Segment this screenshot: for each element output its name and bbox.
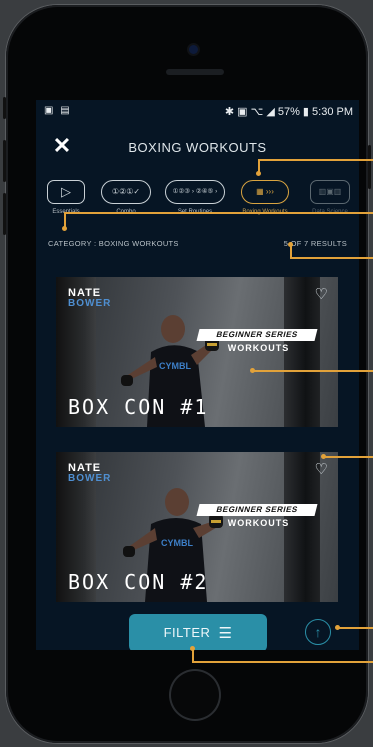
results-count: 5 OF 7 RESULTS [283,239,347,248]
mute-switch [3,97,6,119]
callout-line [192,661,373,663]
category-set-routines[interactable]: ①②③ › ②④⑤ › Set Routines [164,180,226,226]
series-subtitle: WORKOUTS [227,343,290,353]
notification-icons: ▣ ▤ [44,105,72,116]
callout-line [324,456,373,458]
callout-dot [190,646,195,651]
trainer-last-name: BOWER [68,473,112,484]
callout-dot [288,242,293,247]
phone-frame: ▣ ▤ ✱ ▣ ⌥ ◢ 57% ▮ 5:30 PM ✕ BOXING WORKO… [3,5,371,743]
set-routines-icon: ①②③ › ②④⑤ › [165,180,225,204]
callout-dot [62,226,67,231]
series-subtitle: WORKOUTS [227,518,290,528]
callout-dot [321,454,326,459]
category-boxing-workouts[interactable]: ▦ ››› Boxing Workouts [234,180,296,226]
callout-line [290,257,373,259]
filter-button[interactable]: FILTER ☰ [129,614,267,650]
category-filter-text: CATEGORY : BOXING WORKOUTS [48,239,179,248]
callout-dot [250,368,255,373]
volume-down-button [3,193,6,235]
series-badge: BEGINNER SERIES [196,504,318,516]
results-meta: CATEGORY : BOXING WORKOUTS 5 OF 7 RESULT… [36,237,359,251]
page-title: BOXING WORKOUTS [128,140,267,155]
category-essentials[interactable]: ▷ Essentials [44,180,88,226]
svg-text:CYMBL: CYMBL [159,361,191,371]
callout-line [258,159,373,161]
heart-icon[interactable]: ♡ [315,460,328,478]
card-title: BOX CON #1 [68,395,209,419]
arrow-up-icon[interactable]: ↑ [305,619,331,645]
category-combo[interactable]: ①②①✓ Combo [99,180,153,226]
data-science-icon: ▥▣▥ [310,180,350,204]
category-data-science[interactable]: ▥▣▥ Data Science [304,180,356,226]
sliders-icon: ☰ [218,625,233,642]
filter-label: FILTER [163,625,211,640]
card-title: BOX CON #2 [68,570,209,594]
workout-card[interactable]: CYMBL NATE BOWER ♡ BEGINNER SERIES WORKO… [56,277,338,427]
callout-dot [335,625,340,630]
series-badge: BEGINNER SERIES [196,329,318,341]
heart-icon[interactable]: ♡ [315,285,328,303]
callout-dot [256,171,261,176]
status-bar: ▣ ▤ ✱ ▣ ⌥ ◢ 57% ▮ 5:30 PM [36,100,359,122]
home-button[interactable] [169,669,221,721]
header: ✕ BOXING WORKOUTS [36,128,359,168]
earpiece-speaker [166,69,224,75]
volume-up-button [3,140,6,182]
play-icon: ▷ [47,180,85,204]
front-camera [189,45,198,54]
boxing-workouts-icon: ▦ ››› [241,180,289,204]
category-bar: ▷ Essentials ①②①✓ Combo ①②③ › ②④⑤ › Set … [36,180,359,226]
status-right: ✱ ▣ ⌥ ◢ 57% ▮ 5:30 PM [224,106,353,118]
callout-line [64,212,373,214]
workout-card[interactable]: CYMBL NATE BOWER ♡ BEGINNER SERIES WORKO… [56,452,338,602]
svg-text:CYMBL: CYMBL [161,538,193,548]
callout-line [253,370,373,372]
trainer-last-name: BOWER [68,298,112,309]
power-button [368,145,371,189]
app-screen: ▣ ▤ ✱ ▣ ⌥ ◢ 57% ▮ 5:30 PM ✕ BOXING WORKO… [36,100,359,650]
combo-icon: ①②①✓ [101,180,151,204]
callout-line [338,627,373,629]
